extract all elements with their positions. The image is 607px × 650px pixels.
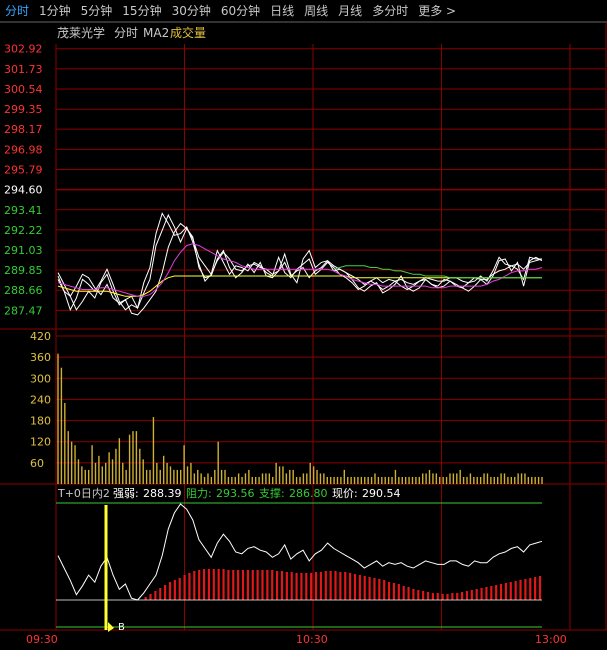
volume-tick: 300	[30, 372, 51, 385]
t0-indicator: T+0日内2 强弱: 288.39 阻力: 293.56 支撑: 286.80 现价: 290.…	[56, 486, 543, 633]
chart-svg: 302.92 301.73 300.54 299.35 298.17 296.98 295.…	[0, 21, 607, 646]
price-tick: 288.66	[4, 284, 43, 297]
time-tick: 09:30	[26, 633, 58, 646]
time-tick: 13:00	[535, 633, 567, 646]
price-tick: 287.47	[4, 304, 43, 317]
ma-label: MA2	[143, 26, 169, 40]
volume-tick: 120	[30, 436, 51, 449]
price-tick: 301.73	[4, 63, 43, 76]
price-tick: 293.41	[4, 204, 43, 217]
t0-stat-value: 286.80	[289, 487, 328, 500]
price-tick: 300.54	[4, 83, 43, 96]
time-axis: 09:30 10:30 13:00	[26, 633, 567, 646]
price-tick: 289.85	[4, 264, 43, 277]
t0-stat-label: 现价:	[332, 487, 358, 500]
volume-label: 成交量	[170, 25, 206, 40]
volume-bars	[57, 353, 543, 484]
t0-strength-line	[57, 503, 543, 601]
volume-tick: 60	[30, 457, 44, 470]
price-tick: 298.17	[4, 123, 43, 136]
price-axis: 302.92 301.73 300.54 299.35 298.17 296.98 295.…	[4, 43, 43, 318]
t0-stat-label: 阻力:	[186, 487, 212, 500]
price-tick: 292.22	[4, 224, 43, 237]
grid	[0, 21, 607, 631]
price-lines	[57, 212, 543, 316]
price-line-green	[333, 265, 542, 279]
period-label: 分时	[114, 26, 138, 40]
price-tick: 302.92	[4, 43, 43, 56]
t0-stat-value: 293.56	[216, 487, 255, 500]
volume-axis: 420 360 300 240 180 120 60	[30, 330, 51, 470]
volume-tick: 420	[30, 330, 51, 343]
time-tick: 10:30	[296, 633, 328, 646]
t0-label: T+0日内2	[57, 486, 110, 500]
volume-tick: 180	[30, 415, 51, 428]
price-tick: 291.03	[4, 244, 43, 257]
t0-stat-label: 支撑:	[259, 486, 285, 500]
t0-stat-value: 290.54	[362, 487, 401, 500]
stock-name: 茂莱光学	[57, 25, 105, 40]
t0-stat-label: 强弱:	[113, 487, 139, 500]
price-tick: 295.79	[4, 163, 43, 176]
buy-signal-label: B	[118, 622, 125, 633]
price-tick: 294.60	[4, 184, 43, 197]
price-tick: 296.98	[4, 143, 43, 156]
volume-tick: 240	[30, 393, 51, 406]
volume-tick: 360	[30, 351, 51, 364]
price-tick: 299.35	[4, 103, 43, 116]
t0-stat-value: 288.39	[143, 487, 182, 500]
price-line-white2	[57, 213, 543, 312]
